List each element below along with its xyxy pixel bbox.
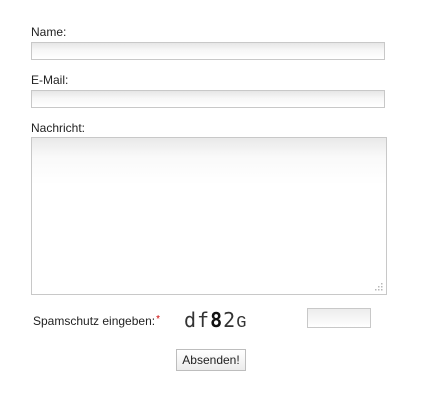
- captcha-image: df82G: [184, 308, 248, 333]
- spam-protection-label: Spamschutz eingeben:*: [33, 314, 160, 328]
- captcha-char: d: [184, 308, 198, 332]
- message-field[interactable]: [32, 138, 386, 294]
- resize-grip-icon[interactable]: [373, 281, 383, 291]
- message-field-container: [31, 137, 387, 295]
- email-field[interactable]: [31, 90, 385, 108]
- message-label: Nachricht:: [31, 121, 86, 135]
- captcha-char: G: [236, 314, 248, 333]
- spam-protection-label-text: Spamschutz eingeben:: [33, 314, 156, 328]
- captcha-char: 8: [210, 308, 224, 332]
- captcha-input[interactable]: [307, 308, 371, 328]
- captcha-char: f: [197, 308, 211, 332]
- captcha-char: 2: [223, 308, 237, 332]
- email-label: E-Mail:: [31, 73, 69, 87]
- required-mark: *: [156, 314, 160, 325]
- name-field[interactable]: [31, 42, 385, 60]
- name-label: Name:: [31, 25, 67, 39]
- submit-button[interactable]: Absenden!: [176, 349, 246, 371]
